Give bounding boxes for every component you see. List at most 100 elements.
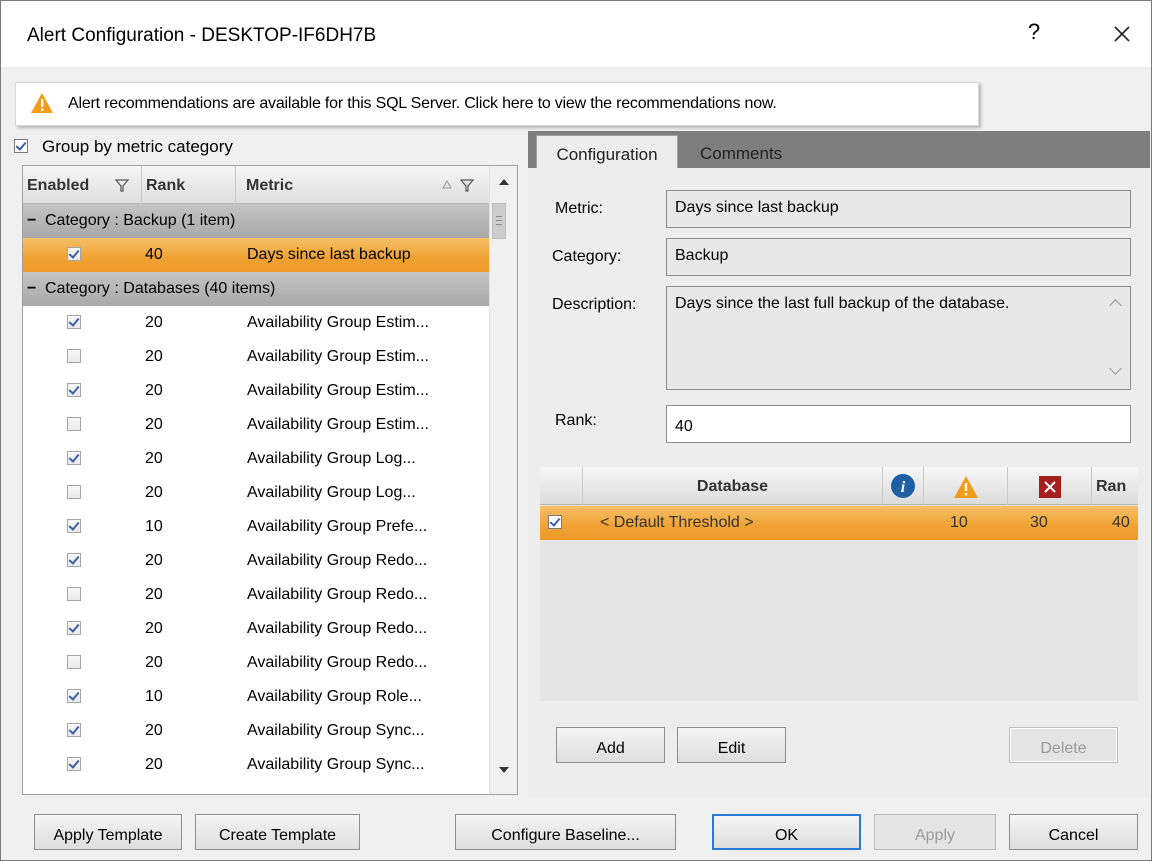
rank-cell: 20 (145, 756, 163, 773)
threshold-checkbox[interactable] (548, 515, 562, 529)
category-field: Backup (666, 238, 1131, 276)
table-row[interactable]: 40 Days since last backup (23, 238, 489, 272)
metric-cell: Availability Group Log... (247, 450, 416, 467)
enabled-checkbox[interactable] (67, 689, 81, 703)
column-header-metric[interactable]: Metric (235, 166, 489, 204)
warning-cell: 10 (950, 514, 968, 531)
rank-cell: 20 (145, 382, 163, 399)
metric-grid-header: Enabled Rank Metric (23, 166, 489, 204)
column-header-enabled[interactable]: Enabled (27, 166, 137, 204)
metric-label: Metric: (555, 200, 603, 217)
warning-icon (31, 93, 53, 113)
metric-cell: Availability Group Sync... (247, 722, 425, 739)
metric-grid: Enabled Rank Metric − Category : Backup (… (22, 165, 518, 795)
table-row[interactable]: 20 Availability Group Estim... (23, 340, 489, 374)
rank-cell: 10 (145, 688, 163, 705)
enabled-checkbox[interactable] (67, 519, 81, 533)
table-row[interactable]: 20 Availability Group Redo... (23, 578, 489, 612)
cancel-button[interactable]: Cancel (1009, 814, 1138, 850)
rank-cell: 20 (145, 416, 163, 433)
edit-button[interactable]: Edit (677, 727, 786, 763)
table-row[interactable]: 10 Availability Group Prefe... (23, 510, 489, 544)
category-group-row[interactable]: − Category : Backup (1 item) (23, 204, 489, 238)
rank-cell: 20 (145, 348, 163, 365)
enabled-checkbox[interactable] (67, 417, 81, 431)
column-header-rank[interactable]: Rank (141, 166, 233, 204)
metric-cell: Availability Group Redo... (247, 552, 428, 569)
metric-cell: Availability Group Redo... (247, 620, 428, 637)
table-row[interactable]: 20 Availability Group Sync... (23, 748, 489, 782)
rank-cell: 20 (145, 620, 163, 637)
create-template-button[interactable]: Create Template (195, 814, 360, 850)
configure-baseline-button[interactable]: Configure Baseline... (455, 814, 676, 850)
rank-cell: 20 (145, 314, 163, 331)
table-row[interactable]: 20 Availability Group Estim... (23, 306, 489, 340)
group-by-label: Group by metric category (42, 137, 233, 156)
rank-cell: 20 (145, 654, 163, 671)
enabled-checkbox[interactable] (67, 247, 81, 261)
metric-cell: Availability Group Sync... (247, 756, 425, 773)
scroll-down-icon[interactable] (1109, 362, 1122, 375)
critical-cell: 30 (1030, 514, 1048, 531)
filter-icon[interactable] (115, 179, 129, 192)
enabled-checkbox[interactable] (67, 621, 81, 635)
column-header-warning[interactable] (923, 467, 1007, 505)
rank-cell: 40 (1112, 514, 1130, 531)
metric-cell: Availability Group Estim... (247, 348, 429, 365)
table-row[interactable]: 20 Availability Group Log... (23, 442, 489, 476)
scroll-thumb[interactable] (492, 203, 506, 239)
table-row[interactable]: 20 Availability Group Sync... (23, 714, 489, 748)
group-by-checkbox[interactable] (14, 139, 28, 153)
delete-button[interactable]: Delete (1009, 727, 1118, 763)
category-group-row[interactable]: − Category : Databases (40 items) (23, 272, 489, 306)
enabled-checkbox[interactable] (67, 451, 81, 465)
table-row[interactable]: 20 Availability Group Redo... (23, 612, 489, 646)
title-bar: Alert Configuration - DESKTOP-IF6DH7B ? (1, 1, 1151, 67)
threshold-grid-header: Database i Ran (540, 467, 1138, 505)
enabled-checkbox[interactable] (67, 757, 81, 771)
metric-grid-scrollbar[interactable] (489, 166, 517, 794)
scroll-up-arrow-icon[interactable] (499, 179, 509, 185)
help-button[interactable]: ? (1019, 19, 1049, 45)
enabled-checkbox[interactable] (67, 349, 81, 363)
tab-bar: Configuration Comments (528, 131, 1150, 168)
sort-ascending-icon (442, 180, 452, 189)
table-row[interactable]: 20 Availability Group Estim... (23, 374, 489, 408)
table-row[interactable]: 20 Availability Group Redo... (23, 646, 489, 680)
filter-icon[interactable] (460, 179, 474, 192)
table-row[interactable]: 20 Availability Group Estim... (23, 408, 489, 442)
enabled-checkbox[interactable] (67, 485, 81, 499)
warning-icon (953, 476, 978, 498)
window-title: Alert Configuration - DESKTOP-IF6DH7B (27, 25, 377, 46)
table-row[interactable]: 20 Availability Group Log... (23, 476, 489, 510)
table-row[interactable]: 20 Availability Group Redo... (23, 544, 489, 578)
ok-button[interactable]: OK (712, 814, 861, 850)
column-header-critical[interactable] (1007, 467, 1091, 505)
column-header-rank[interactable]: Ran (1091, 467, 1138, 505)
apply-button[interactable]: Apply (874, 814, 996, 850)
rank-cell: 20 (145, 552, 163, 569)
tab-comments[interactable]: Comments (700, 135, 782, 168)
collapse-icon[interactable]: − (27, 280, 45, 298)
rank-input[interactable]: 40 (666, 405, 1131, 443)
close-icon[interactable] (1105, 17, 1139, 51)
rank-cell: 20 (145, 586, 163, 603)
enabled-checkbox[interactable] (67, 587, 81, 601)
table-row[interactable]: 10 Availability Group Role... (23, 680, 489, 714)
apply-template-button[interactable]: Apply Template (34, 814, 182, 850)
enabled-checkbox[interactable] (67, 723, 81, 737)
column-header-info[interactable]: i (882, 467, 923, 505)
tab-configuration[interactable]: Configuration (536, 135, 678, 168)
scroll-up-icon[interactable] (1109, 299, 1122, 312)
scroll-down-arrow-icon[interactable] (499, 767, 509, 773)
collapse-icon[interactable]: − (27, 212, 45, 230)
table-row[interactable]: < Default Threshold > 10 30 40 (540, 506, 1138, 540)
enabled-checkbox[interactable] (67, 655, 81, 669)
add-button[interactable]: Add (556, 727, 665, 763)
enabled-checkbox[interactable] (67, 553, 81, 567)
column-header-database[interactable]: Database (582, 467, 882, 505)
recommendation-banner[interactable]: Alert recommendations are available for … (15, 82, 979, 126)
enabled-checkbox[interactable] (67, 383, 81, 397)
metric-cell: Availability Group Redo... (247, 586, 428, 603)
enabled-checkbox[interactable] (67, 315, 81, 329)
